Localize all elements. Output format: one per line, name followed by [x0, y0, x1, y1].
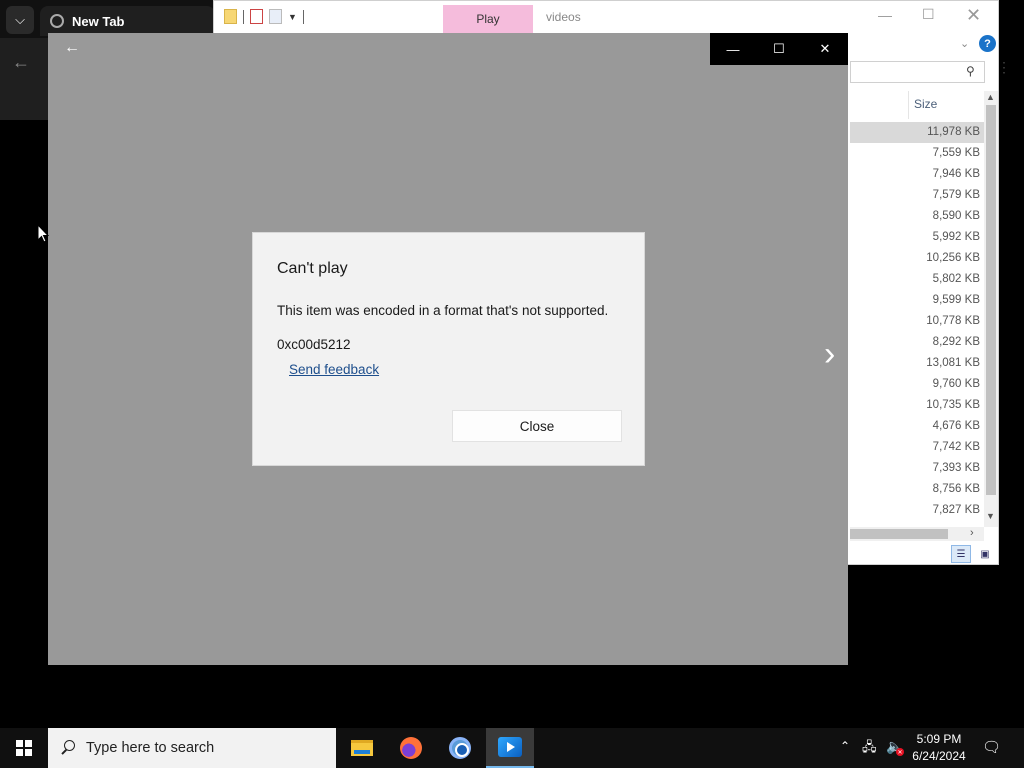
search-placeholder: Type here to search [86, 740, 215, 756]
file-size-cell[interactable]: 7,393 KB [850, 458, 984, 479]
file-size-cell[interactable]: 4,676 KB [850, 416, 984, 437]
muted-badge-icon: ✕ [896, 748, 904, 756]
file-size-cell[interactable]: 9,599 KB [850, 290, 984, 311]
file-explorer-icon [351, 740, 373, 756]
file-size-cell[interactable]: 10,778 KB [850, 311, 984, 332]
vertical-scrollbar[interactable]: ▲ ▼ [984, 91, 998, 527]
toolbar-separator [243, 9, 244, 24]
explorer-minimize-button[interactable]: — [878, 7, 892, 23]
search-icon [60, 740, 76, 756]
details-view-icon[interactable]: ☰ [951, 545, 971, 563]
explorer-search-input[interactable] [850, 61, 985, 83]
player-window-controls: — ☐ ✕ [710, 33, 848, 65]
explorer-window-title: videos [546, 10, 581, 24]
file-size-cell[interactable]: 8,292 KB [850, 332, 984, 353]
close-button[interactable]: Close [452, 410, 622, 442]
file-explorer-taskbar-button[interactable] [338, 728, 386, 768]
vertical-scroll-thumb[interactable] [986, 105, 996, 495]
taskbar-search-box[interactable]: Type here to search [48, 728, 336, 768]
search-icon: ⚲ [966, 64, 975, 78]
file-size-cell[interactable]: 7,742 KB [850, 437, 984, 458]
maximize-button[interactable]: ☐ [756, 33, 802, 65]
send-feedback-link[interactable]: Send feedback [289, 362, 379, 377]
scroll-up-arrow-icon[interactable]: ▲ [986, 92, 995, 102]
customize-dropdown-icon[interactable]: ▼ [288, 12, 297, 22]
firefox-taskbar-button[interactable] [387, 728, 435, 768]
next-chevron-icon[interactable]: › [824, 335, 835, 374]
file-size-cell[interactable]: 7,827 KB [850, 500, 984, 521]
explorer-maximize-button[interactable]: ☐ [922, 6, 935, 23]
help-icon[interactable]: ? [979, 35, 996, 52]
file-size-cell[interactable]: 7,946 KB [850, 164, 984, 185]
chromium-icon [449, 737, 471, 759]
play-contextual-tab[interactable]: Play [443, 5, 533, 33]
media-player-icon [498, 737, 522, 757]
file-size-cell[interactable]: 9,760 KB [850, 374, 984, 395]
clock-date: 6/24/2024 [912, 749, 966, 763]
browser-back-arrow-icon[interactable]: ← [12, 52, 30, 73]
file-size-cell[interactable]: 13,081 KB [850, 353, 984, 374]
large-icons-view-icon[interactable]: ▣ [975, 545, 995, 563]
file-size-cell[interactable]: 10,256 KB [850, 248, 984, 269]
file-size-cell[interactable]: 8,756 KB [850, 479, 984, 500]
file-size-cell[interactable]: 5,992 KB [850, 227, 984, 248]
quick-access-toolbar: ▼ [224, 9, 304, 24]
properties-icon[interactable] [250, 9, 263, 24]
scroll-down-arrow-icon[interactable]: ▼ [986, 511, 995, 521]
file-size-cell[interactable]: 5,802 KB [850, 269, 984, 290]
minimize-button[interactable]: — [710, 33, 756, 65]
error-code: 0xc00d5212 [277, 337, 351, 352]
size-column-list: 11,978 KB 7,559 KB 7,946 KB 7,579 KB 8,590 K… [850, 122, 984, 521]
column-divider[interactable] [908, 91, 909, 119]
close-window-button[interactable]: ✕ [802, 33, 848, 65]
clock-time: 5:09 PM [916, 732, 962, 746]
browser-tab-title: New Tab [72, 13, 125, 29]
mouse-pointer-icon [37, 223, 50, 249]
system-clock[interactable]: 5:09 PM 6/24/2024 [906, 731, 972, 765]
chromium-taskbar-button[interactable] [436, 728, 484, 768]
notifications-icon[interactable]: 🗨 [982, 738, 1001, 756]
size-column-header[interactable]: Size [914, 97, 937, 111]
file-size-cell[interactable]: 11,978 KB [850, 122, 984, 143]
globe-icon [50, 14, 64, 28]
file-size-cell[interactable]: 10,735 KB [850, 395, 984, 416]
file-size-cell[interactable]: 7,579 KB [850, 185, 984, 206]
dialog-title: Can't play [277, 260, 348, 277]
browser-tab[interactable]: New Tab [40, 6, 215, 36]
firefox-icon [400, 737, 422, 759]
windows-logo-icon [16, 740, 32, 756]
error-dialog: Can't play This item was encoded in a fo… [252, 232, 645, 466]
toolbar-separator [302, 9, 304, 24]
tab-search-chevron-icon[interactable]: ⌵ [6, 6, 34, 34]
horizontal-scroll-thumb[interactable] [850, 529, 948, 539]
horizontal-scrollbar[interactable]: › [850, 527, 984, 541]
file-size-cell[interactable]: 8,590 KB [850, 206, 984, 227]
network-icon[interactable]: 🖧 [862, 738, 877, 760]
dialog-message: This item was encoded in a format that's… [277, 303, 609, 318]
more-options-icon[interactable]: ⋮ [997, 59, 1011, 76]
explorer-close-button[interactable]: ✕ [966, 5, 981, 26]
back-arrow-icon[interactable]: ← [64, 39, 80, 57]
new-folder-icon[interactable] [269, 9, 282, 24]
show-hidden-icons-chevron-icon[interactable]: ⌃ [840, 739, 850, 753]
folder-icon[interactable] [224, 9, 237, 24]
expand-ribbon-chevron-icon[interactable]: ⌄ [960, 37, 969, 50]
media-player-taskbar-button[interactable] [486, 728, 534, 768]
scroll-right-arrow-icon[interactable]: › [970, 527, 974, 539]
start-button[interactable] [0, 728, 48, 768]
taskbar: Type here to search ⌃ 🖧 🔈 ✕ 5:09 PM 6/24… [0, 728, 1024, 768]
file-size-cell[interactable]: 7,559 KB [850, 143, 984, 164]
